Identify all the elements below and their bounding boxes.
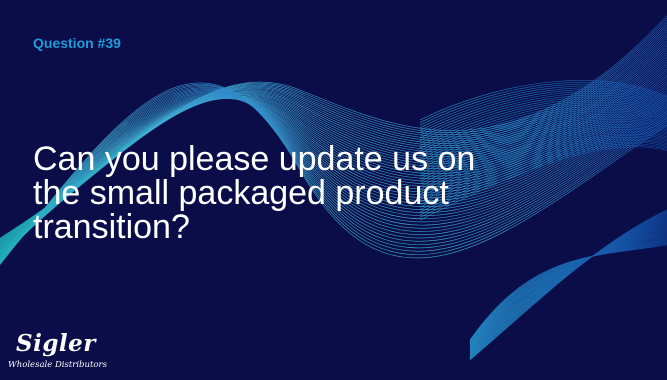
- question-text: Can you please update us on the small pa…: [33, 142, 593, 244]
- question-line: transition?: [33, 208, 190, 246]
- question-line: the small packaged product: [33, 174, 449, 212]
- question-number: Question #39: [33, 35, 121, 51]
- logo-tagline: Wholesale Distributors: [8, 360, 107, 370]
- slide: Question #39 Can you please update us on…: [0, 0, 667, 380]
- question-line: Can you please update us on: [33, 140, 476, 178]
- company-logo: Sigler Wholesale Distributors: [6, 330, 136, 376]
- logo-name: Sigler: [16, 330, 96, 357]
